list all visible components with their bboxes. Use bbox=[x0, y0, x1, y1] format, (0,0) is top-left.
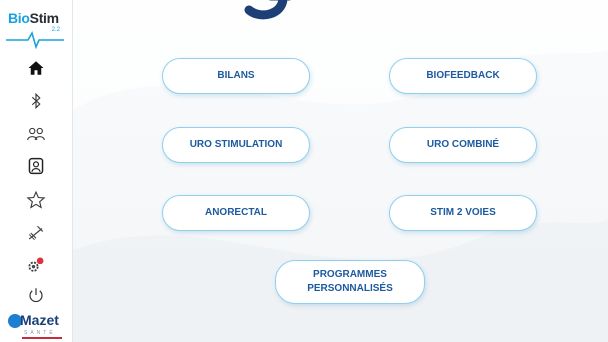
uro-combine-button[interactable]: URO COMBINÉ bbox=[389, 127, 537, 163]
main-menu-panel: BILANS BIOFEEDBACK URO STIMULATION URO C… bbox=[73, 0, 608, 342]
programmes-personnalises-button[interactable]: PROGRAMMES PERSONNALISÉS bbox=[275, 260, 425, 304]
biostim-logo: BioStim 2.2 bbox=[6, 10, 64, 50]
mazet-logo-sub: SANTÉ bbox=[24, 330, 56, 336]
logo-brand-prefix: Bio bbox=[8, 10, 30, 26]
bluetooth-icon[interactable] bbox=[24, 89, 48, 113]
top-logo-fragment-icon bbox=[244, 0, 291, 20]
uro-stimulation-button[interactable]: URO STIMULATION bbox=[162, 127, 310, 163]
bilans-button[interactable]: BILANS bbox=[162, 58, 310, 94]
tools-icon[interactable] bbox=[24, 221, 48, 245]
stim-2-voies-button[interactable]: STIM 2 VOIES bbox=[389, 195, 537, 231]
manual-icon[interactable] bbox=[24, 154, 48, 178]
patients-icon[interactable] bbox=[24, 122, 48, 146]
settings-alert-icon[interactable] bbox=[24, 253, 48, 277]
logo-brand-suffix: Stim bbox=[29, 10, 59, 26]
mazet-logo-name: Mazet bbox=[20, 312, 59, 328]
favorites-star-icon[interactable] bbox=[24, 188, 48, 212]
mazet-logo: Mazet SANTÉ bbox=[6, 312, 66, 340]
anorectal-button[interactable]: ANORECTAL bbox=[162, 195, 310, 231]
sidebar: BioStim 2.2 Mazet SANTÉ bbox=[0, 0, 73, 342]
home-icon[interactable] bbox=[24, 56, 48, 80]
biofeedback-button[interactable]: BIOFEEDBACK bbox=[389, 58, 537, 94]
pulse-wave-icon bbox=[6, 30, 64, 50]
power-icon[interactable] bbox=[24, 283, 48, 307]
